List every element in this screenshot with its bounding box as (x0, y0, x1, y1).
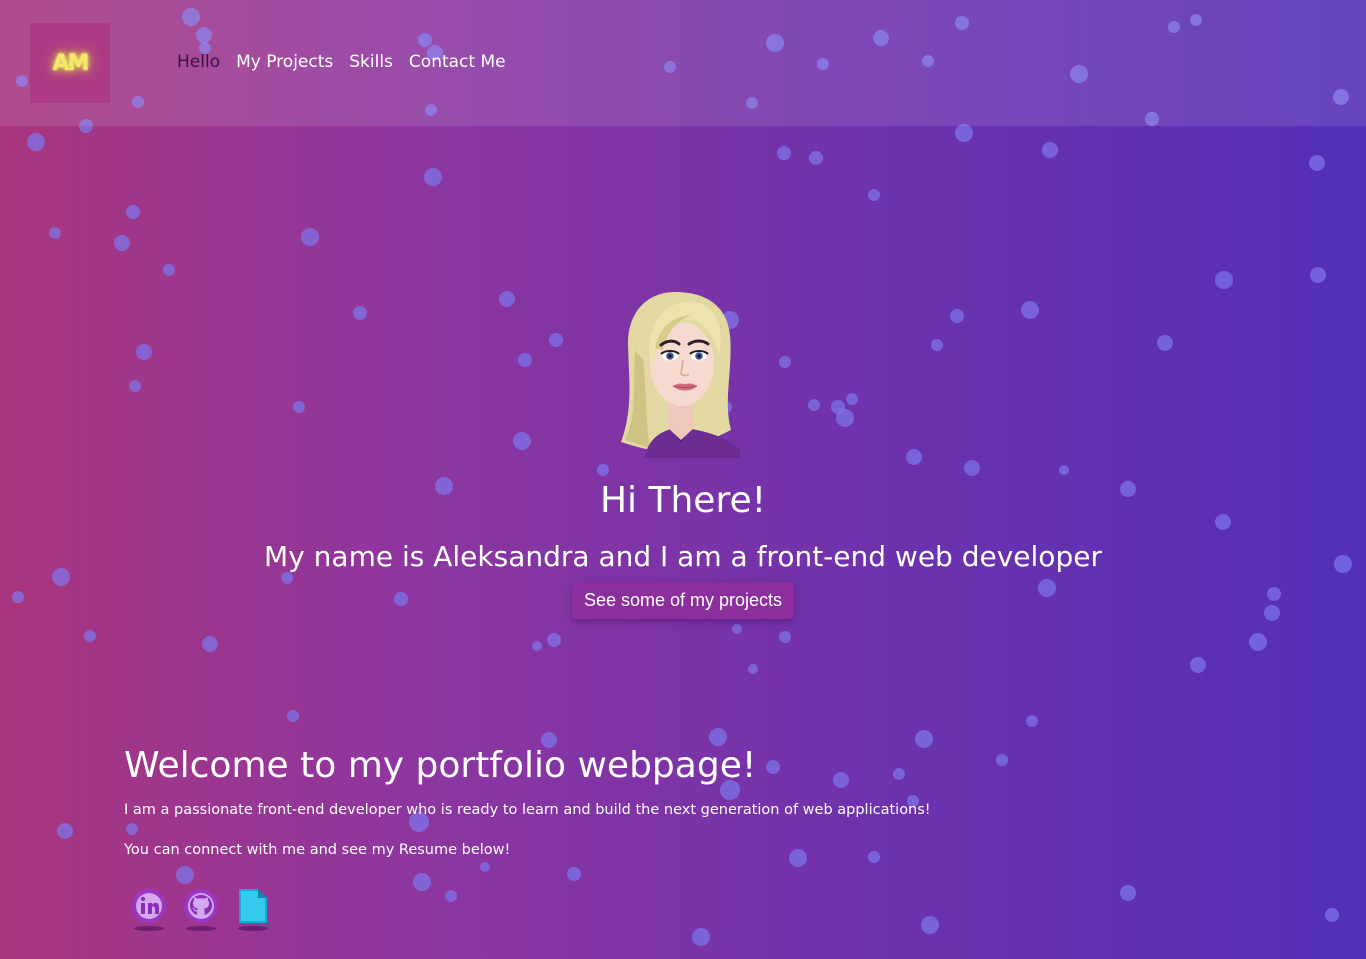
bubble (915, 730, 933, 748)
bubble (353, 306, 367, 320)
bubble (126, 205, 140, 219)
resume-shadow (238, 926, 268, 931)
bubble (921, 916, 939, 934)
linkedin-button[interactable] (130, 886, 168, 932)
bubble (114, 235, 130, 251)
nav-item-hello[interactable]: Hello (177, 52, 220, 72)
bubble (692, 928, 710, 946)
bubble (709, 728, 727, 746)
see-projects-button[interactable]: See some of my projects (572, 582, 794, 619)
bubble (777, 146, 791, 160)
bubble (789, 849, 807, 867)
bubble (176, 866, 194, 884)
avatar-illustration (621, 292, 740, 458)
nav-item-my-projects[interactable]: My Projects (236, 52, 333, 72)
bubble (293, 401, 305, 413)
bubble (532, 641, 542, 651)
bubble (1310, 267, 1326, 283)
bubble (831, 400, 845, 414)
bubble (413, 873, 431, 891)
bubble (499, 291, 515, 307)
bubble (779, 631, 791, 643)
bubble (1059, 465, 1069, 475)
bubble (163, 264, 175, 276)
bubble (27, 133, 45, 151)
logo-text: AM (52, 50, 90, 76)
bubble (931, 339, 943, 351)
bubble (893, 768, 905, 780)
bubble (846, 393, 858, 405)
bubble (833, 772, 849, 788)
bubble (394, 592, 408, 606)
logo[interactable]: AM (30, 23, 110, 103)
bubble (748, 664, 758, 674)
bubble (518, 353, 532, 367)
nav-item-skills[interactable]: Skills (349, 52, 393, 72)
bubble (49, 227, 61, 239)
hero-title: Hi There! (599, 480, 767, 521)
linkedin-icon (132, 889, 166, 923)
bubble (766, 760, 780, 774)
bubble (287, 710, 299, 722)
github-shadow (186, 926, 216, 931)
bubble (779, 356, 791, 368)
bubble (1309, 155, 1325, 171)
bubble (202, 636, 218, 652)
bubble (597, 464, 609, 476)
welcome-connect-text: You can connect with me and see my Resum… (124, 842, 511, 858)
bubble (1325, 908, 1339, 922)
bubble (1120, 885, 1136, 901)
bubble (836, 409, 854, 427)
nav-item-contact-me[interactable]: Contact Me (409, 52, 506, 72)
bubble (445, 890, 457, 902)
resume-button[interactable] (234, 886, 272, 932)
bubble (1264, 605, 1280, 621)
bubble (868, 851, 880, 863)
bubble (1215, 271, 1233, 289)
bubble (136, 344, 152, 360)
bubble (1021, 301, 1039, 319)
bubble (950, 309, 964, 323)
welcome-intro-text: I am a passionate front-end developer wh… (124, 802, 931, 818)
bubble (732, 624, 742, 634)
github-button[interactable] (182, 886, 220, 932)
bubble (808, 399, 820, 411)
bubble (809, 151, 823, 165)
bubble (1157, 335, 1173, 351)
hero-subtitle: My name is Aleksandra and I am a front-e… (264, 540, 1102, 573)
bubble (424, 168, 442, 186)
bubble (1249, 633, 1267, 651)
bubble (84, 630, 96, 642)
social-links (130, 886, 272, 932)
bubble (964, 460, 980, 476)
resume-icon (239, 889, 267, 923)
bubble (868, 189, 880, 201)
bubble (129, 380, 141, 392)
bubble (126, 823, 138, 835)
bubble (906, 449, 922, 465)
bubble (1038, 579, 1056, 597)
bubble (281, 572, 293, 584)
bubble (1267, 587, 1281, 601)
bubble (996, 754, 1008, 766)
site-header: AM Hello My Projects Skills Contact Me (0, 0, 1366, 126)
bubble (1026, 715, 1038, 727)
bubble (57, 823, 73, 839)
bubble (301, 228, 319, 246)
bubble (547, 633, 561, 647)
bubble (1190, 657, 1206, 673)
welcome-title: Welcome to my portfolio webpage! (124, 745, 757, 786)
github-icon (184, 889, 218, 923)
bubble (955, 124, 973, 142)
main-nav: Hello My Projects Skills Contact Me (177, 52, 506, 72)
bubble (567, 867, 581, 881)
bubble (549, 333, 563, 347)
linkedin-shadow (134, 926, 164, 931)
bubble (513, 432, 531, 450)
bubble (480, 862, 490, 872)
bubble (1042, 142, 1058, 158)
bubble (12, 591, 24, 603)
